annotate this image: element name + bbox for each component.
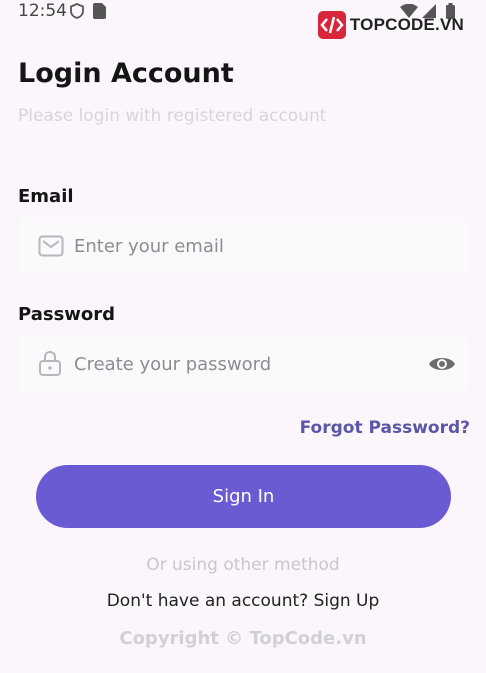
password-label: Password [18,304,116,325]
password-input[interactable] [74,336,414,392]
lock-icon [38,351,62,381]
page-subtitle: Please login with registered account [18,106,327,126]
sign-up-link[interactable]: Sign Up [314,591,380,611]
password-field[interactable] [18,336,468,392]
email-input[interactable] [74,218,414,274]
email-label: Email [18,186,74,207]
watermark-logo: TOPCODE.VN [317,10,464,40]
mail-icon [38,235,64,261]
shield-icon [70,3,84,23]
status-time: 12:54 [18,1,67,21]
forgot-password-link[interactable]: Forgot Password? [300,418,470,438]
page-title: Login Account [18,58,234,89]
eye-icon[interactable] [428,351,456,381]
code-icon [317,11,346,39]
watermark-text: TOPCODE.VN [349,15,464,34]
sim-card-icon [93,3,106,23]
other-method-text: Or using other method [146,555,340,575]
email-field[interactable] [18,218,468,274]
copyright-watermark: Copyright © TopCode.vn [119,628,367,649]
sign-in-button[interactable]: Sign In [36,465,451,528]
signup-prompt-text: Don't have an account? [106,591,309,611]
signup-prompt: Don't have an account? Sign Up [0,591,486,611]
